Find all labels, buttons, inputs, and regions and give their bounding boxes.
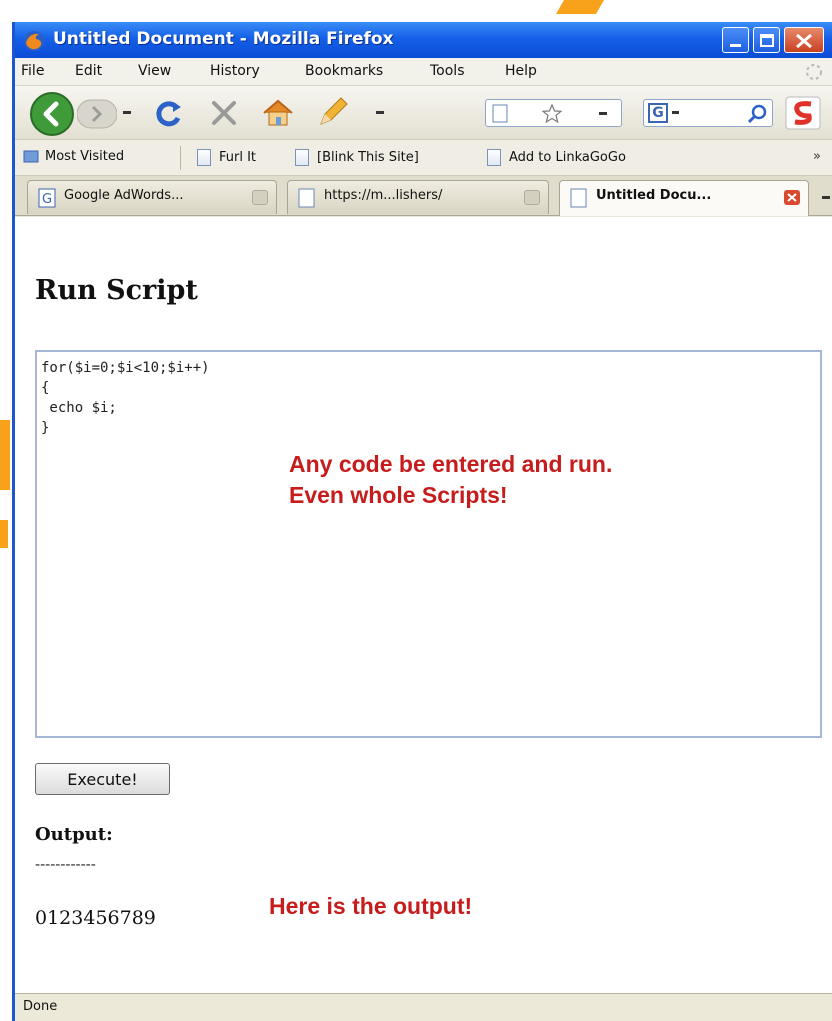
tab-untitled-document[interactable]: Untitled Docu...: [559, 180, 809, 216]
bookmarks-folder-icon: [23, 150, 39, 163]
stumble-icon[interactable]: [785, 96, 821, 130]
search-engine-icon[interactable]: G: [648, 103, 668, 123]
menu-history[interactable]: History: [210, 63, 260, 79]
menu-edit[interactable]: Edit: [75, 63, 102, 79]
annotation-line: Any code be entered and run.: [289, 451, 613, 477]
bookmark-add-to-linkagogo[interactable]: Add to LinkaGoGo: [487, 149, 626, 166]
output-separator: ------------: [35, 855, 96, 873]
code-line: for($i=0;$i<10;$i++): [41, 360, 210, 376]
bookmark-label: Most Visited: [45, 149, 125, 164]
code-line: {: [41, 380, 50, 396]
back-icon[interactable]: [29, 91, 75, 137]
tab-bar: G Google AdWords... https://m...lishers/…: [15, 176, 832, 216]
tab-list-icon[interactable]: [821, 194, 831, 202]
navigation-toolbar: G: [15, 86, 832, 140]
watermark-stroke: [0, 520, 8, 548]
tab-google-adwords[interactable]: G Google AdWords...: [27, 180, 277, 214]
history-dropdown-icon[interactable]: [121, 107, 133, 119]
bookmark-label: Add to LinkaGoGo: [509, 150, 626, 165]
output-label: Output:: [35, 824, 113, 845]
menu-help[interactable]: Help: [505, 63, 537, 79]
window-title: Untitled Document - Mozilla Firefox: [53, 29, 394, 49]
code-line: }: [41, 420, 50, 436]
page-icon: [197, 149, 211, 166]
bookmark-most-visited[interactable]: Most Visited: [23, 149, 124, 164]
tab-close-icon[interactable]: [524, 190, 540, 205]
page-favicon: [298, 188, 315, 208]
menu-tools[interactable]: Tools: [430, 63, 465, 79]
page-icon: [487, 149, 501, 166]
watermark-stroke: [0, 420, 10, 490]
menu-file[interactable]: File: [21, 63, 44, 79]
page-content: Run Script for($i=0;$i<10;$i++) { echo $…: [15, 217, 832, 993]
menu-bar: File Edit View History Bookmarks Tools H…: [15, 58, 832, 86]
menu-view[interactable]: View: [138, 63, 171, 79]
tab-publishers[interactable]: https://m...lishers/: [287, 180, 549, 214]
page-icon: [492, 104, 508, 123]
bookmark-label: [Blink This Site]: [317, 150, 419, 165]
google-favicon: G: [38, 188, 56, 208]
bookmark-label: Furl It: [219, 150, 257, 165]
bookmarks-bar: Most Visited Furl It [Blink This Site] A…: [15, 140, 832, 176]
bookmark-blink-this-site[interactable]: [Blink This Site]: [295, 149, 419, 166]
minimize-button[interactable]: [722, 27, 749, 53]
annotation-line: Even whole Scripts!: [289, 482, 508, 508]
stop-icon[interactable]: [209, 98, 239, 128]
page-favicon: [570, 188, 587, 208]
address-bar[interactable]: [485, 99, 622, 127]
svg-text:G: G: [42, 192, 52, 207]
watermark-stroke: [555, 0, 605, 14]
forward-icon[interactable]: [77, 97, 117, 131]
search-bar[interactable]: G: [643, 99, 773, 127]
page-heading: Run Script: [35, 275, 198, 306]
page-icon: [295, 149, 309, 166]
throbber-icon: [806, 64, 822, 80]
bookmark-furl-it[interactable]: Furl It: [197, 149, 256, 166]
tab-label: https://m...lishers/: [324, 188, 443, 203]
reload-icon[interactable]: [153, 98, 185, 130]
tab-close-icon[interactable]: [784, 190, 800, 205]
output-value: 0123456789: [35, 907, 156, 929]
home-icon[interactable]: [261, 98, 295, 128]
status-bar: Done: [15, 993, 832, 1021]
execute-button[interactable]: Execute!: [35, 763, 170, 795]
firefox-icon: [24, 31, 44, 51]
code-textarea[interactable]: for($i=0;$i<10;$i++) { echo $i; }: [35, 350, 822, 738]
bookmarks-overflow-icon[interactable]: »: [813, 149, 821, 164]
separator: [180, 146, 181, 170]
star-icon[interactable]: [542, 104, 562, 123]
code-line: echo $i;: [41, 400, 117, 416]
tab-close-icon[interactable]: [252, 190, 268, 205]
browser-window: Untitled Document - Mozilla Firefox File…: [12, 22, 832, 1021]
menu-bookmarks[interactable]: Bookmarks: [305, 63, 383, 79]
tab-label: Untitled Docu...: [596, 188, 712, 203]
tab-label: Google AdWords...: [64, 188, 184, 203]
dropdown-arrow-icon[interactable]: [375, 108, 385, 118]
maximize-button[interactable]: [753, 27, 780, 53]
pencil-icon[interactable]: [315, 94, 351, 130]
output-annotation: Here is the output!: [269, 893, 473, 919]
address-dropdown-icon[interactable]: [598, 110, 608, 118]
title-bar: Untitled Document - Mozilla Firefox: [15, 22, 832, 58]
annotation-note: Any code be entered and run. Even whole …: [289, 449, 612, 511]
engine-dropdown-icon[interactable]: [672, 110, 680, 116]
status-text: Done: [23, 999, 58, 1014]
close-button[interactable]: [784, 27, 824, 53]
search-icon[interactable]: [746, 103, 768, 125]
